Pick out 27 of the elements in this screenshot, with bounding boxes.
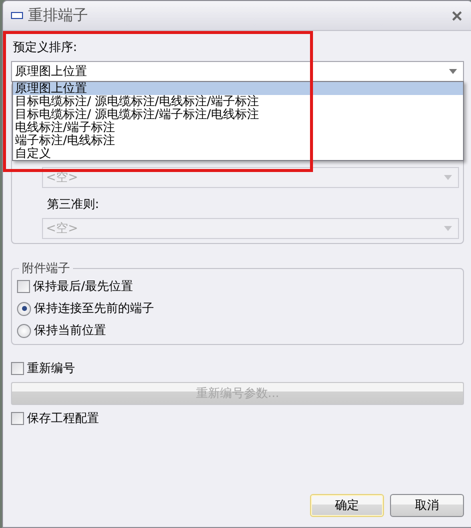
dropdown-option[interactable]: 原理图上位置: [13, 82, 463, 95]
close-icon[interactable]: [452, 10, 462, 20]
radio-label: 保持当前位置: [34, 322, 106, 339]
group-title: 附件端子: [19, 260, 73, 277]
radio-label: 保持连接至先前的端子: [34, 300, 154, 317]
checkbox-label: 重新编号: [27, 360, 75, 377]
field-label: 预定义排序:: [12, 39, 78, 56]
dropdown-option[interactable]: 目标电缆标注/ 源电缆标注/端子标注/电线标注: [13, 108, 463, 121]
checkbox-label: 保存工程配置: [27, 410, 99, 427]
window-icon: [11, 12, 23, 19]
radio-button[interactable]: [17, 324, 31, 338]
radio-button[interactable]: [17, 302, 31, 316]
window-title: 重排端子: [28, 6, 89, 25]
checkbox[interactable]: [11, 362, 24, 375]
dropdown-option[interactable]: 端子标注/电线标注: [13, 134, 463, 147]
dropdown-option[interactable]: 目标电缆标注/ 源电缆标注/电线标注/端子标注: [13, 95, 463, 108]
checkbox[interactable]: [17, 280, 30, 293]
checkbox-label: 保持最后/最先位置: [33, 278, 134, 295]
dialog-button[interactable]: 确定: [310, 494, 384, 517]
dropdown-option[interactable]: 电线标注/端子标注: [13, 121, 463, 134]
dropdown-option[interactable]: 自定义: [13, 147, 463, 160]
dropdown-arrow-icon: [444, 175, 452, 180]
field-label: 第三准则:: [46, 196, 100, 213]
dropdown-arrow-icon: [444, 226, 452, 231]
dialog-button[interactable]: 取消: [390, 494, 464, 517]
dropdown-arrow-icon: [449, 69, 457, 74]
checkbox[interactable]: [11, 412, 24, 425]
